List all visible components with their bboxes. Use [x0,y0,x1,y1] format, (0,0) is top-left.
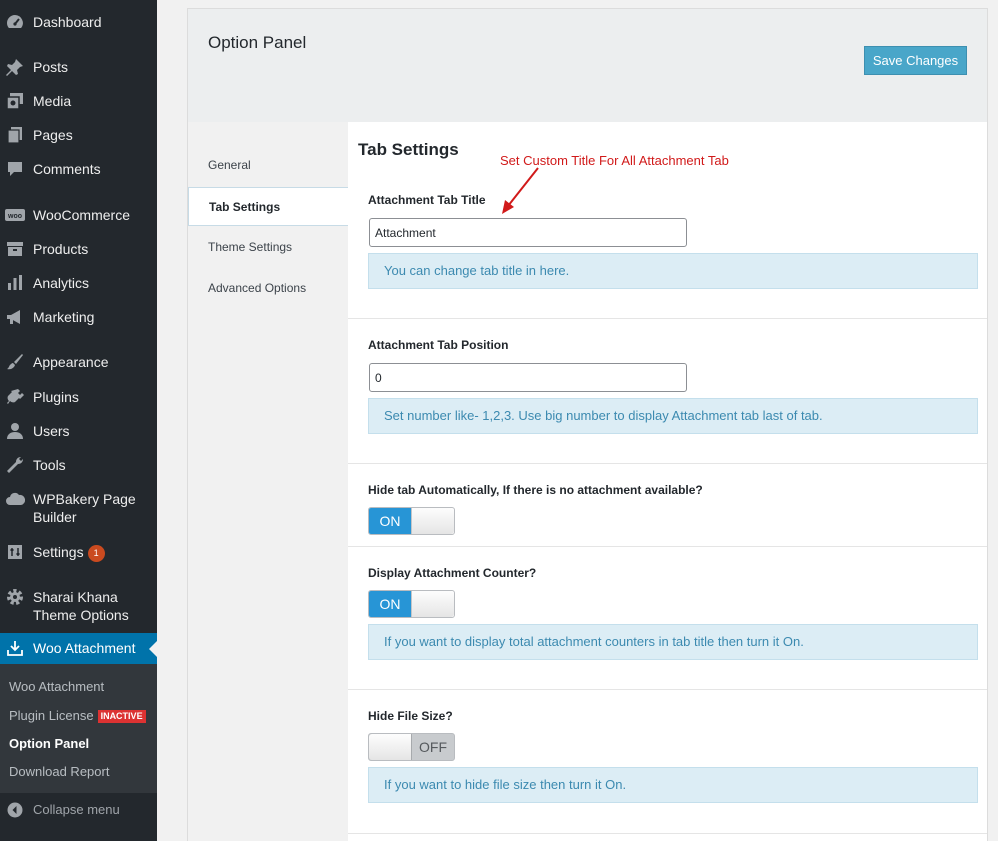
toggle-knob [411,591,454,617]
submenu-item-option-panel[interactable]: Option Panel [9,736,89,751]
tab-content: Tab Settings Set Custom Title For All At… [348,122,987,841]
sidebar-item-comments[interactable]: Comments [0,159,157,179]
update-count-badge: 1 [87,545,105,562]
collapse-arrow-icon [5,800,25,820]
user-icon [5,421,25,441]
download-icon [5,638,25,658]
sidebar-item-marketing[interactable]: Marketing [0,307,157,327]
sidebar-item-dashboard[interactable]: Dashboard [0,12,157,32]
display-counter-toggle[interactable]: ON [368,590,455,618]
sidebar-item-posts[interactable]: Posts [0,57,157,77]
sidebar-item-label: Comments [33,161,101,177]
toggle-state: ON [369,508,411,534]
sidebar-item-label: Analytics [33,275,90,291]
sidebar-item-label: Sharai Khana Theme Options [33,589,129,623]
woo-icon: woo [5,205,25,225]
submenu-item-plugin-license[interactable]: Plugin License INACTIVE [9,708,146,723]
sidebar-item-products[interactable]: Products [0,239,157,259]
hide-tab-toggle[interactable]: ON [368,507,455,535]
sidebar-item-label: Pages [33,127,73,143]
archive-icon [5,239,25,259]
tab-tab-settings[interactable]: Tab Settings [188,187,349,226]
sidebar-item-settings[interactable]: Settings 1 [0,542,157,562]
sidebar-item-label: Plugins [33,389,79,405]
toggle-state: ON [369,591,411,617]
display-counter-help: If you want to display total attachment … [368,624,978,660]
plug-icon [5,387,25,407]
media-icon [5,91,25,111]
brush-icon [5,352,25,372]
pin-icon [5,57,25,77]
submenu-item-download-report[interactable]: Download Report [9,764,109,779]
divider [348,546,987,547]
toggle-knob [411,508,454,534]
display-counter-label: Display Attachment Counter? [368,566,537,580]
sidebar-item-woo-attachment[interactable]: Woo Attachment [0,633,157,664]
admin-sidebar: Dashboard Posts Media Pages Comments woo… [0,0,157,841]
tab-title-label: Attachment Tab Title [368,193,486,207]
sidebar-item-users[interactable]: Users [0,421,157,441]
tab-theme-settings[interactable]: Theme Settings [188,228,349,267]
hide-size-toggle[interactable]: OFF [368,733,455,761]
tab-position-label: Attachment Tab Position [368,338,509,352]
sidebar-item-label: Media [33,93,72,109]
hide-size-help: If you want to hide file size then turn … [368,767,978,803]
sidebar-item-label: Dashboard [33,14,102,30]
sidebar-item-analytics[interactable]: Analytics [0,273,157,293]
toggle-knob [369,734,412,760]
panel-header: Option Panel Save Changes [188,9,987,122]
tab-position-input[interactable] [369,363,687,392]
bar-chart-icon [5,273,25,293]
page-title: Option Panel [208,33,307,52]
sidebar-item-plugins[interactable]: Plugins [0,387,157,407]
sidebar-item-woocommerce[interactable]: woo WooCommerce [0,205,157,225]
wrench-icon [5,455,25,475]
comment-icon [5,159,25,179]
sidebar-item-theme-options[interactable]: Sharai Khana Theme Options [0,587,157,625]
annotation-arrow-icon [502,167,539,214]
tab-position-help: Set number like- 1,2,3. Use big number t… [368,398,978,434]
hide-tab-label: Hide tab Automatically, If there is no a… [368,483,703,497]
divider [348,833,987,834]
option-panel: Option Panel Save Changes General Tab Se… [187,8,988,841]
sidebar-item-label: Marketing [33,309,95,325]
divider [348,689,987,690]
sidebar-item-appearance[interactable]: Appearance [0,352,157,372]
sidebar-item-media[interactable]: Media [0,91,157,111]
megaphone-icon [5,307,25,327]
submenu-item-label: Plugin License [9,708,94,723]
sidebar-item-wpbakery[interactable]: WPBakery Page Builder [0,489,157,527]
sidebar-item-pages[interactable]: Pages [0,125,157,145]
sidebar-item-label: Products [33,241,89,257]
save-changes-button[interactable]: Save Changes [864,46,967,75]
collapse-menu-label: Collapse menu [33,802,120,817]
toggle-state: OFF [419,739,447,755]
divider [348,463,987,464]
inactive-badge: INACTIVE [97,710,146,723]
sidebar-item-label: Woo Attachment [33,640,136,656]
sidebar-item-label: WooCommerce [33,207,130,223]
submenu-item-woo-attachment[interactable]: Woo Attachment [9,679,104,694]
cloud-icon [5,489,25,509]
sidebar-item-label: Appearance [33,354,109,370]
gear-icon [5,587,25,607]
sidebar-item-label: Users [33,423,70,439]
sidebar-item-label: Tools [33,457,66,473]
section-title: Tab Settings [358,140,459,159]
pages-icon [5,125,25,145]
woo-attachment-submenu: Woo Attachment Plugin License INACTIVE Op… [0,664,157,793]
svg-text:woo: woo [7,213,22,220]
divider [348,318,987,319]
tab-general[interactable]: General [188,146,349,185]
hide-size-label: Hide File Size? [368,709,453,723]
sidebar-item-label: WPBakery Page Builder [33,491,136,525]
tab-title-input[interactable] [369,218,687,247]
tab-title-help: You can change tab title in here. [368,253,978,289]
dashboard-icon [5,12,25,32]
tab-advanced-options[interactable]: Advanced Options [188,269,349,308]
sidebar-item-label: Posts [33,59,69,75]
sidebar-item-tools[interactable]: Tools [0,455,157,475]
sidebar-item-label: Settings [33,544,84,560]
settings-icon [5,542,25,562]
